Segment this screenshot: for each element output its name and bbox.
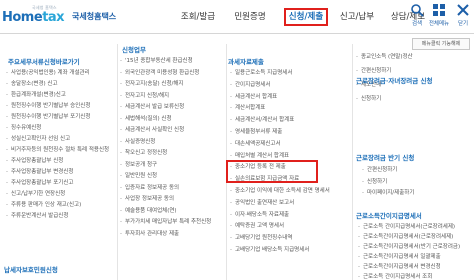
col2-menu-item[interactable]: 외국인관광객 미용성형 환급신청 xyxy=(120,68,199,76)
col4-statement-item[interactable]: 근로소득간이지급명세서(근로장려세제) xyxy=(358,232,453,240)
col2-menu-item[interactable]: 입증자료 정보제공 동의 xyxy=(120,183,179,191)
col3-menu-item[interactable]: 세금계산서 합계표 xyxy=(230,92,277,100)
col3-menu-item[interactable]: 간이지급명세서 xyxy=(230,80,270,88)
col1-menu-item[interactable]: 원천징수이행 반기별납부 승인신청 xyxy=(6,101,90,109)
col4-heading2: 근로장려금 반기 신청 xyxy=(356,154,415,162)
col2-menu-item[interactable]: 정보공개 청구 xyxy=(120,160,157,168)
col4-menu-item[interactable]: 간편신청하기 xyxy=(356,66,391,74)
col4-statement-item[interactable]: 근로소득간이지급명세서 변경신청 xyxy=(358,262,441,270)
col4-statement-item[interactable]: 근로소득간이지급명세서(반기 근로장려금) xyxy=(358,242,460,250)
col1-menu-item[interactable]: 성실신고확인자 선임 신고 xyxy=(6,134,70,142)
all-menu-button[interactable]: 전체메뉴 xyxy=(426,3,452,27)
col3-menu-item[interactable]: 중소기업 이익에 대한 소득세 감면 명세서 xyxy=(230,186,330,194)
col2-menu-item[interactable]: 사업장 정보제공 동의 xyxy=(120,194,174,202)
col1-menu-item[interactable]: 주사업장총괄납부 신청 xyxy=(6,156,63,164)
col3-menu-item[interactable]: 계산서합계표 xyxy=(230,103,265,111)
col3-menu-item[interactable]: 영세율첨부서류 제출 xyxy=(230,127,282,135)
col2-heading: 신청업무 xyxy=(122,46,146,54)
col2-menu-item[interactable]: 부가가치세 매입자납부 특례 추천신청 xyxy=(120,217,211,225)
col3-menu-item[interactable]: 일용근로소득 지급명세서 xyxy=(230,68,292,76)
column-divider xyxy=(352,44,353,280)
col3-heading: 과세자료제출 xyxy=(228,58,264,66)
close-button[interactable]: 닫기 xyxy=(450,3,474,27)
gnb-lookup-issue[interactable]: 조회/발급 xyxy=(178,8,218,26)
hometax-logo[interactable]: 국세청 홈택스 Hometax xyxy=(2,4,72,30)
col2-menu-item[interactable]: 착오신고 정정신청 xyxy=(120,148,167,156)
search-icon xyxy=(411,4,424,17)
col4-statement-item[interactable]: 근로소득 간이지급명세서 조회 xyxy=(358,272,432,280)
col4-half-item[interactable]: 간편신청하기 xyxy=(362,165,397,173)
col3-menu-item[interactable]: 대손세액공제신고서 xyxy=(230,139,281,147)
col3-menu-item[interactable]: 고배당기업 배당소득 지급명세서 xyxy=(230,245,309,253)
col1-menu-item[interactable]: 주류용 판매가 인상 재고(신고) xyxy=(6,200,81,208)
col1-menu-item[interactable]: 환급계좌개설(변경)신고 xyxy=(6,90,66,98)
col1-menu-item[interactable]: 사업용(공익법인용) 계좌 개설관리 xyxy=(6,68,90,76)
col1-menu-item[interactable]: 주사업장총괄납부 변경신청 xyxy=(6,167,73,175)
col1-heading: 주요세무서류신청바로가기 xyxy=(8,58,80,66)
col2-menu-item[interactable]: 예술용품 대여업체(연) xyxy=(120,206,177,214)
col2-menu-item[interactable]: 전자고지 신청/해지 xyxy=(120,91,169,99)
col3-menu-item[interactable]: 고배당기업 원천징수내역 xyxy=(230,233,292,241)
col3-menu-item[interactable]: 예탁증권 고액 명세서 xyxy=(230,221,284,229)
col2-menu-item[interactable]: 세금계산서 발급 보류신청 xyxy=(120,102,184,110)
col4-heading3: 근로소득간이지급명세서 xyxy=(356,212,422,220)
col1-menu-item[interactable]: 송달장소(변경) 신고 xyxy=(6,79,58,87)
gnb-report-pay[interactable]: 신고/납부 xyxy=(337,8,377,26)
col4-menu-item[interactable]: 종교인소득 (연말)정산 xyxy=(356,52,413,60)
col1-menu-item[interactable]: 비거주자등의 원천징수 절차 특례 적용신청 xyxy=(6,145,109,153)
column-divider xyxy=(117,44,118,280)
col1-menu-item[interactable]: 주류운반계산서 발급신청 xyxy=(6,211,68,219)
col4-half-item[interactable]: 신청하기 xyxy=(362,177,387,185)
col1-menu-item[interactable]: 주사업장총괄납부 포기신고 xyxy=(6,178,73,186)
col1-menu-item[interactable]: 원천징수이행 반기별납부 포기신청 xyxy=(6,112,90,120)
col1-footer-heading[interactable]: 납세자보호민원신청 xyxy=(4,264,58,274)
gnb-civil-cert[interactable]: 민원증명 xyxy=(230,8,270,26)
col4-statement-item[interactable]: 근로소득간이지급명세서 일괄제출 xyxy=(358,252,441,260)
close-icon xyxy=(457,4,469,16)
site-name: 국세청홈택스 xyxy=(72,12,117,21)
highlight-box xyxy=(226,160,318,183)
top-header: 국세청 홈택스 Hometax 국세청홈택스 조회/발급 민원증명 신청/제출 … xyxy=(0,0,474,34)
col4-statement-item[interactable]: 근로소득 간이지급명세서(근로장려세제) xyxy=(358,222,455,230)
menu-icon xyxy=(433,4,445,16)
col2-menu-item[interactable]: 일반민원 신청 xyxy=(120,171,157,179)
col2-menu-item[interactable]: 전자고지(송달) 신청/해지 xyxy=(120,79,184,87)
col2-menu-item[interactable]: 세금계산서 사실확인 신청 xyxy=(120,125,184,133)
gnb-apply-submit[interactable]: 신청/제출 xyxy=(284,8,328,26)
col1-menu-item[interactable]: 징수유예신청 xyxy=(6,123,41,131)
logo-wordmark: Hometax xyxy=(2,10,65,25)
col3-menu-item[interactable]: 세금계산서/계산서 합계표 xyxy=(230,115,294,123)
col4-heading: 근로장려금·자녀장려금 신청 xyxy=(356,77,433,85)
col2-menu-item[interactable]: 세법해석(질의) 신청 xyxy=(120,114,172,122)
menu-click-reset-button[interactable]: 메뉴클릭 기능해제 xyxy=(412,38,470,50)
col2-menu-item[interactable]: 사실증명신청 xyxy=(120,137,155,145)
col4-menu-item[interactable]: 신청하기 xyxy=(356,94,381,102)
col3-menu-item[interactable]: 공익법인 출연재산 보고서 xyxy=(230,198,294,206)
col2-menu-item[interactable]: 투자회사 관리대상 제출 xyxy=(120,229,179,237)
col1-menu-item[interactable]: 신고/납부기한 연장신청 xyxy=(6,189,65,197)
col4-half-item[interactable]: 마이페이지/제출하기 xyxy=(362,188,414,196)
col3-menu-item[interactable]: 이자·배당소득 자료제출 xyxy=(230,210,289,218)
col2-menu-item[interactable]: '15년 종합부동산세 환급신청 xyxy=(120,56,193,64)
col3-menu-item[interactable]: 매입처별 계산서 합계표 xyxy=(230,151,289,159)
